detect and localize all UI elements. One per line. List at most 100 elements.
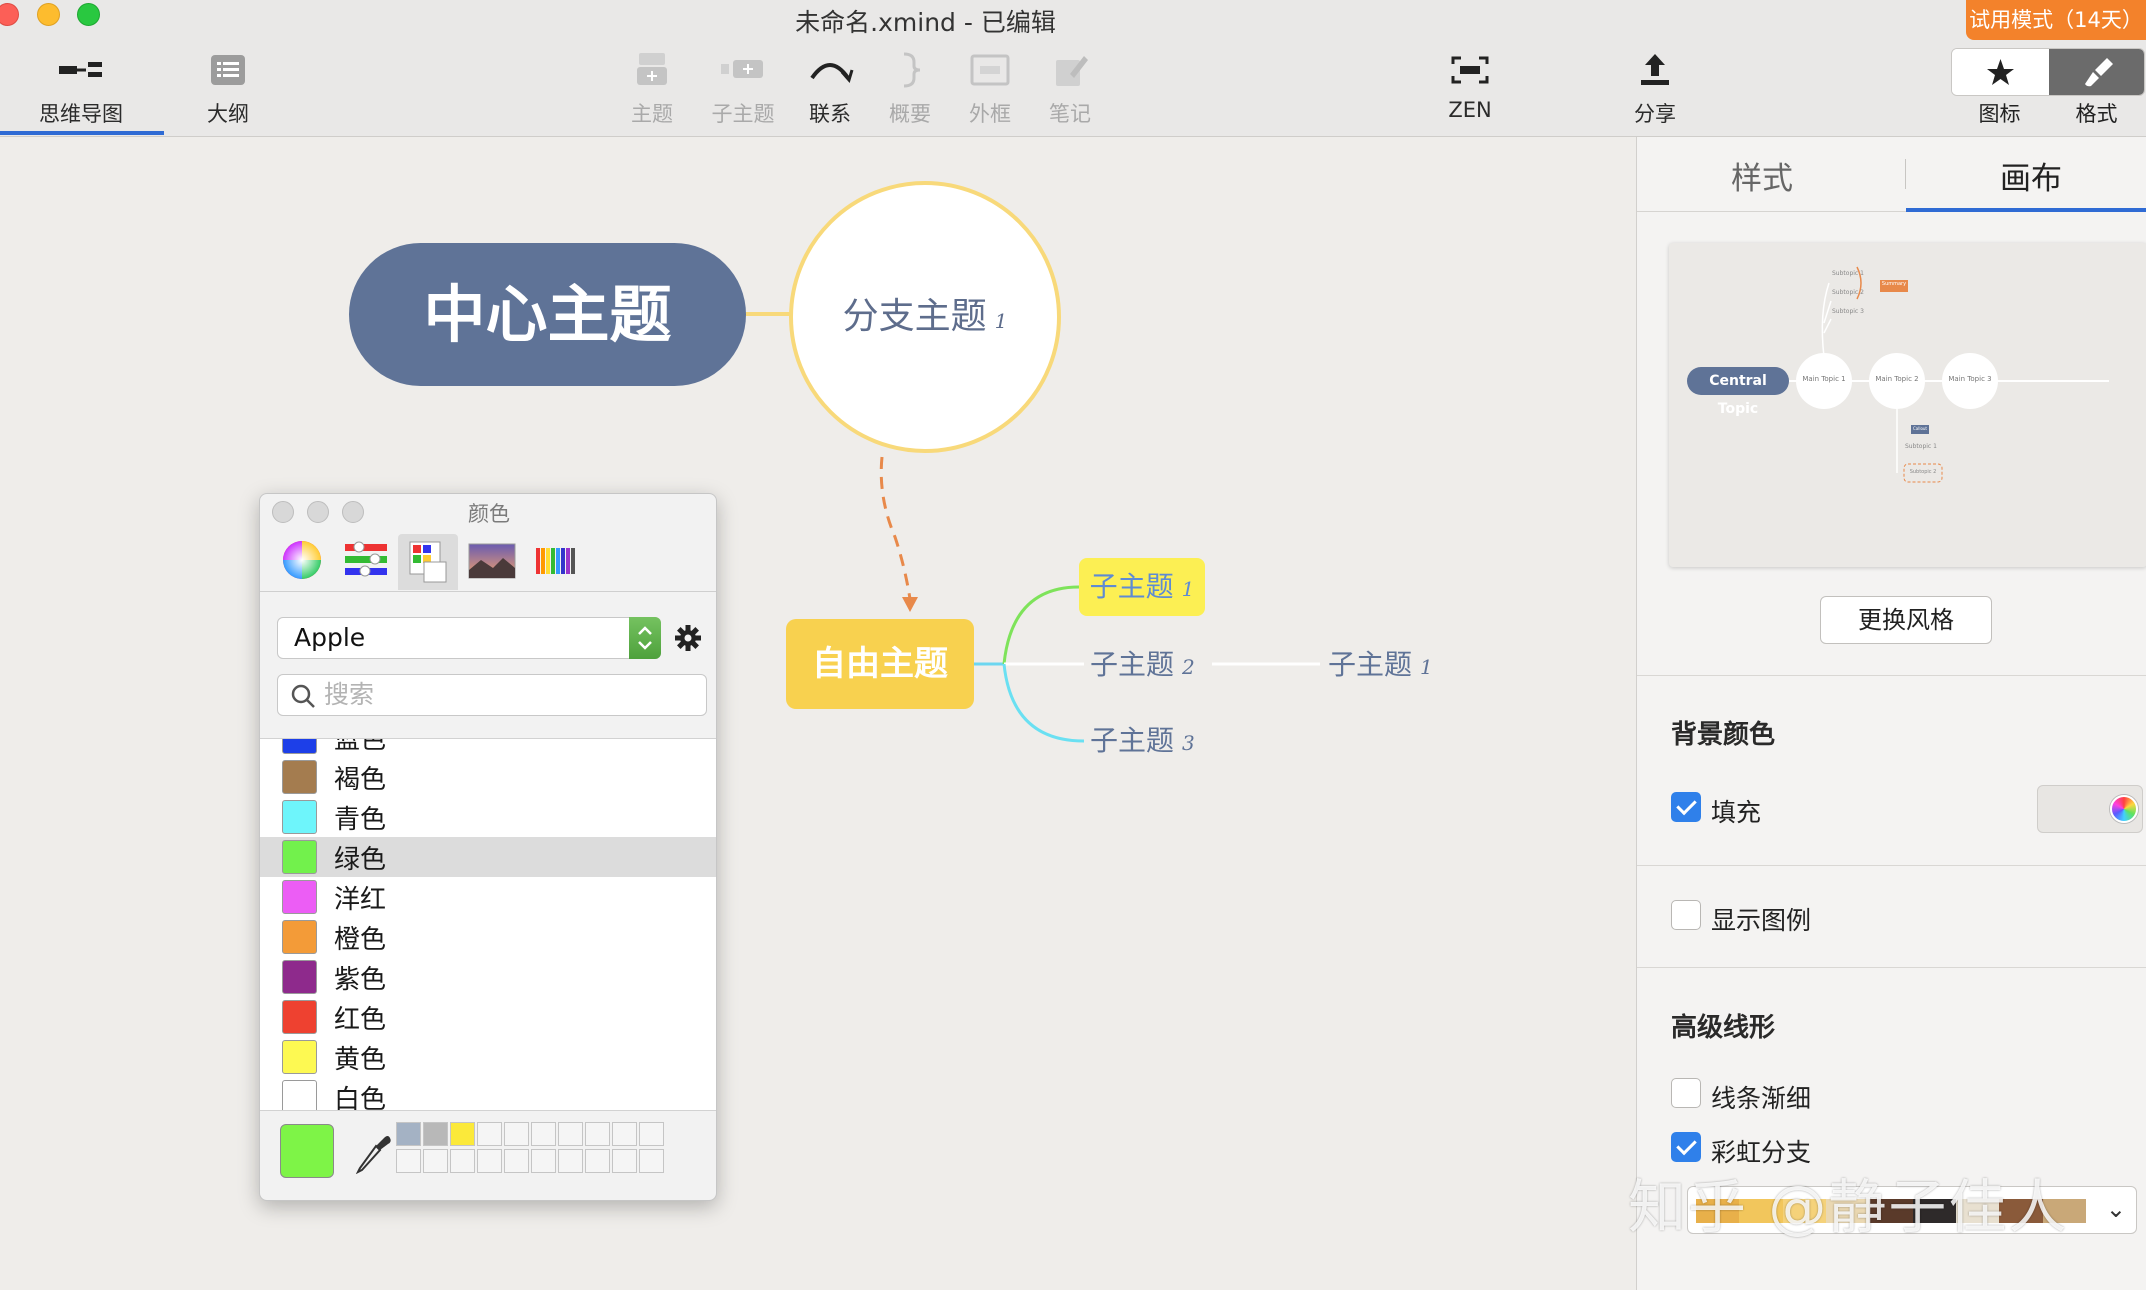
saved-swatch[interactable] xyxy=(423,1149,448,1173)
share-button[interactable]: 分享 xyxy=(1625,50,1685,128)
color-search-input[interactable]: 搜索 xyxy=(277,674,707,716)
color-wheel-icon xyxy=(283,541,321,579)
saved-swatch[interactable] xyxy=(504,1149,529,1173)
eyedropper-icon[interactable] xyxy=(352,1130,392,1174)
show-legend-checkbox[interactable] xyxy=(1671,900,1701,930)
color-item[interactable]: 青色 xyxy=(260,797,716,837)
mindmap-icon xyxy=(59,62,102,77)
saved-swatch[interactable] xyxy=(558,1149,583,1173)
color-list[interactable]: 蓝色 褐色 青色绿色洋红 橙色 紫色 红色 黄色 白色 xyxy=(260,738,716,1111)
style-preview[interactable]: Central Topic Main Topic 1 Main Topic 2 … xyxy=(1669,243,2146,567)
relationship-button[interactable]: 联系 xyxy=(800,50,860,128)
subtopic-label: 子主题 xyxy=(1090,724,1175,757)
trial-badge[interactable]: 试用模式（14天） xyxy=(1966,0,2146,40)
saved-swatch[interactable] xyxy=(585,1149,610,1173)
color-item-label: 绿色 xyxy=(334,845,387,875)
color-panel-footer xyxy=(260,1112,716,1200)
color-item[interactable]: 黄色 xyxy=(260,1037,716,1077)
floating-topic[interactable]: 自由主题 xyxy=(786,619,974,709)
note-button[interactable]: 笔记 xyxy=(1040,50,1100,128)
subtopic-label: 子主题 xyxy=(1090,648,1175,681)
subtopic-label: 子主题 xyxy=(1328,648,1413,681)
sub3-line xyxy=(1002,663,1085,743)
change-style-button[interactable]: 更换风格 xyxy=(1820,596,1992,644)
color-swatch xyxy=(282,920,317,954)
colors-panel-title: 颜色 xyxy=(468,502,510,526)
zen-mode-button[interactable]: ZEN xyxy=(1440,50,1500,122)
tab-style[interactable]: 样式 xyxy=(1637,153,1887,198)
color-item[interactable]: 洋红 xyxy=(260,877,716,917)
sub1-line xyxy=(1002,585,1080,665)
colors-panel-titlebar[interactable]: 颜色 xyxy=(260,494,716,530)
color-swatch xyxy=(282,880,317,914)
color-item[interactable]: 绿色 xyxy=(260,837,716,877)
fill-label: 填充 xyxy=(1711,798,1762,827)
saved-swatch[interactable] xyxy=(639,1149,664,1173)
palette-select[interactable]: Apple xyxy=(277,617,661,659)
branch-topic-label: 分支主题 xyxy=(842,296,987,337)
saved-swatch[interactable] xyxy=(612,1149,637,1173)
saved-swatch[interactable] xyxy=(423,1122,448,1146)
saved-swatch[interactable] xyxy=(477,1149,502,1173)
saved-swatch[interactable] xyxy=(531,1149,556,1173)
color-wheel-icon[interactable] xyxy=(2110,795,2138,823)
current-color-well[interactable] xyxy=(280,1124,334,1178)
color-item-label: 洋红 xyxy=(334,885,387,915)
saved-swatch[interactable] xyxy=(531,1122,556,1146)
tab-canvas[interactable]: 画布 xyxy=(1906,153,2146,198)
relationship-label: 联系 xyxy=(809,102,851,126)
mindmap-view-button[interactable]: 思维导图 xyxy=(22,50,140,128)
saved-swatch[interactable] xyxy=(396,1122,421,1146)
image-palettes-mode[interactable] xyxy=(461,534,521,590)
color-palettes-mode[interactable] xyxy=(398,534,458,590)
subtopic-2-child[interactable]: 子主题 1 xyxy=(1328,645,1453,687)
boundary-button[interactable]: 外框 xyxy=(960,50,1020,128)
saved-swatch[interactable] xyxy=(396,1149,421,1173)
color-wheel-mode[interactable] xyxy=(272,534,332,590)
background-color-well[interactable] xyxy=(2037,785,2143,833)
color-item[interactable]: 白色 xyxy=(260,1077,716,1110)
color-swatch xyxy=(282,1000,317,1034)
saved-swatch[interactable] xyxy=(639,1122,664,1146)
tapered-lines-checkbox[interactable] xyxy=(1671,1078,1701,1108)
format-tabs: 样式 画布 xyxy=(1637,137,2146,212)
saved-swatch[interactable] xyxy=(558,1122,583,1146)
crayons-mode[interactable] xyxy=(524,534,584,590)
color-item-blue[interactable]: 蓝色 xyxy=(260,739,716,757)
subtopic-icon xyxy=(721,60,763,78)
relationship-icon xyxy=(810,63,854,84)
saved-swatch[interactable] xyxy=(585,1122,610,1146)
saved-swatches[interactable] xyxy=(396,1122,672,1178)
mindmap-canvas[interactable]: 中心主题 分支主题 1 自由主题 子主题 1 子主题 2 子主题 3 子主题 1 xyxy=(0,137,1636,1290)
insert-topic-button[interactable]: 主题 xyxy=(622,50,682,128)
color-item[interactable]: 红色 xyxy=(260,997,716,1037)
icon-panel-label: 图标 xyxy=(1978,102,2021,126)
color-sliders-mode[interactable] xyxy=(335,534,395,590)
search-placeholder: 搜索 xyxy=(324,680,375,709)
gear-icon[interactable] xyxy=(672,622,704,654)
saved-swatch[interactable] xyxy=(612,1122,637,1146)
subtopic-1[interactable]: 子主题 1 xyxy=(1079,558,1205,616)
color-item[interactable]: 橙色 xyxy=(260,917,716,957)
summary-button[interactable]: 概要 xyxy=(880,50,940,128)
format-panel-button[interactable] xyxy=(2049,49,2144,95)
central-topic[interactable]: 中心主题 xyxy=(349,243,746,386)
branch-topic[interactable]: 分支主题 1 xyxy=(789,181,1061,453)
rainbow-branch-checkbox[interactable] xyxy=(1671,1132,1701,1162)
icon-panel-button[interactable] xyxy=(1952,49,2049,95)
insert-subtopic-button[interactable]: 子主题 xyxy=(703,50,783,128)
color-item[interactable]: 紫色 xyxy=(260,957,716,997)
outline-view-button[interactable]: 大纲 xyxy=(192,50,264,128)
share-icon xyxy=(1641,54,1669,85)
subtopic-3[interactable]: 子主题 3 xyxy=(1090,721,1215,763)
note-icon xyxy=(1056,56,1088,86)
boundary-label: 外框 xyxy=(969,102,1011,126)
saved-swatch[interactable] xyxy=(450,1122,475,1146)
saved-swatch[interactable] xyxy=(450,1149,475,1173)
saved-swatch[interactable] xyxy=(477,1122,502,1146)
fill-checkbox[interactable] xyxy=(1671,792,1701,822)
color-item[interactable]: 褐色 xyxy=(260,757,716,797)
subtopic-2[interactable]: 子主题 2 xyxy=(1090,645,1215,687)
saved-swatch[interactable] xyxy=(504,1122,529,1146)
relationship-line[interactable] xyxy=(879,456,912,600)
